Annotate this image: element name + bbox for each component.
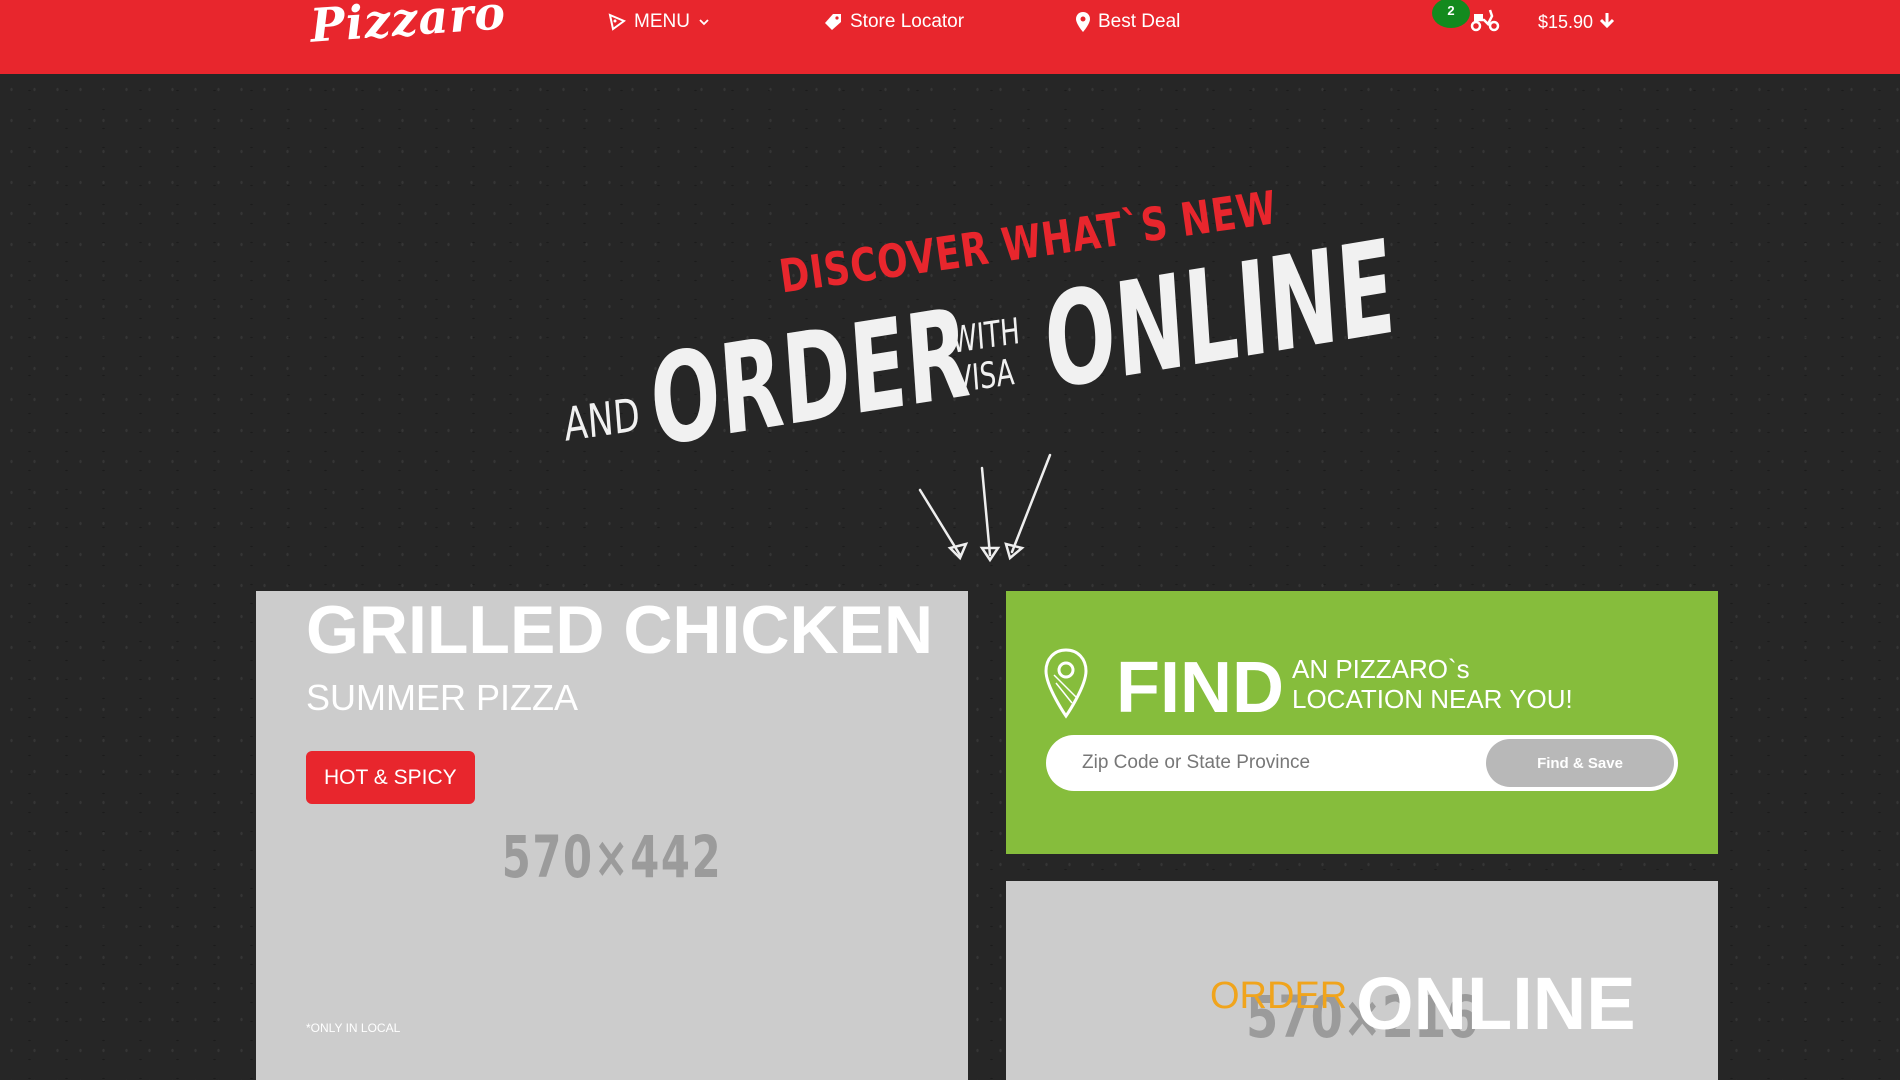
order-label: ORDER: [1210, 975, 1348, 1017]
pizza-slice-icon: [608, 13, 626, 31]
tag-icon: [824, 13, 842, 31]
promo-subtitle: SUMMER PIZZA: [306, 677, 579, 718]
nav-store-locator-label: Store Locator: [850, 11, 965, 32]
nav-store-locator[interactable]: Store Locator: [824, 10, 964, 34]
find-subheading-line2: LOCATION NEAR YOU!: [1292, 684, 1573, 714]
nav-best-deal-label: Best Deal: [1098, 11, 1181, 32]
promo-card-grilled-chicken[interactable]: 570×442 GRILLED CHICKEN SUMMER PIZZA HOT…: [256, 591, 968, 1080]
find-subheading: AN PIZZARO`s LOCATION NEAR YOU!: [1292, 654, 1573, 714]
map-pin-icon: [1076, 12, 1090, 32]
find-subheading-line1: AN PIZZARO`s: [1292, 654, 1470, 684]
image-placeholder: 570×442: [501, 823, 723, 891]
nav-best-deal[interactable]: Best Deal: [1076, 10, 1180, 34]
hot-spicy-button[interactable]: HOT & SPICY: [306, 751, 475, 804]
store-finder-card: FIND AN PIZZARO`s LOCATION NEAR YOU! Fin…: [1006, 591, 1718, 854]
store-finder-form: Find & Save: [1046, 735, 1678, 791]
nav-menu-label: MENU: [634, 11, 690, 32]
cart-count-badge[interactable]: 2: [1432, 0, 1470, 28]
online-label: ONLINE: [1356, 962, 1636, 1045]
hero-with-visa-text: WITH VISA: [949, 311, 1022, 402]
scooter-icon[interactable]: [1470, 6, 1500, 37]
chevron-down-icon: [698, 16, 710, 28]
site-header: Pizzaro MENU Store Locator Best Deal 2 $…: [0, 0, 1900, 74]
site-logo[interactable]: Pizzaro: [308, 0, 507, 53]
order-online-card[interactable]: 570×216 ORDER ONLINE: [1006, 881, 1718, 1080]
zip-code-input[interactable]: [1068, 735, 1478, 791]
location-pin-icon: [1042, 647, 1090, 724]
promo-note: *ONLY IN LOCAL: [306, 1021, 401, 1035]
nav-menu[interactable]: MENU: [608, 10, 710, 34]
find-heading: FIND: [1116, 648, 1284, 728]
cart-total[interactable]: $15.90: [1538, 12, 1615, 33]
find-save-button[interactable]: Find & Save: [1486, 739, 1674, 787]
cart-total-amount: $15.90: [1538, 12, 1594, 32]
hero-and-text: AND: [562, 387, 642, 452]
promo-title: GRILLED CHICKEN: [306, 592, 934, 668]
arrow-down-icon: [1599, 12, 1615, 33]
